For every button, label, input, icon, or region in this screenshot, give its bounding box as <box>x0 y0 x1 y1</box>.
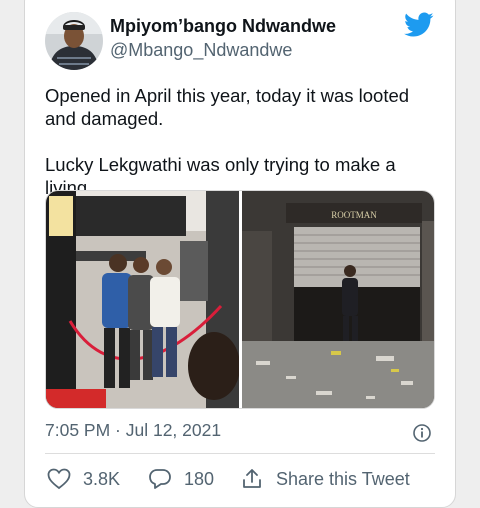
reply-count: 180 <box>184 468 215 489</box>
like-count: 3.8K <box>83 468 121 489</box>
ribbon-cutting-photo[interactable] <box>46 191 240 409</box>
like-button[interactable]: 3.8K <box>47 465 120 493</box>
looted-store-photo[interactable]: ROOTMAN <box>242 191 435 409</box>
share-button[interactable]: Share this Tweet <box>240 465 410 493</box>
info-icon[interactable] <box>412 423 432 443</box>
twitter-bird-icon[interactable] <box>404 12 436 40</box>
avatar[interactable] <box>45 12 103 70</box>
user-handle[interactable]: @Mbango_Ndwandwe <box>110 40 292 61</box>
divider <box>45 453 435 454</box>
tweet-timestamp[interactable]: 7:05 PM · Jul 12, 2021 <box>45 420 221 441</box>
display-name[interactable]: Mpiyom’bango Ndwandwe <box>110 16 336 37</box>
reply-bubble-icon <box>149 469 171 489</box>
heart-icon <box>47 468 71 490</box>
share-icon <box>243 469 261 488</box>
media-grid[interactable]: ROOTMAN <box>45 190 435 409</box>
store-sign: ROOTMAN <box>331 210 377 220</box>
reply-button[interactable]: 180 <box>148 465 214 493</box>
share-label: Share this Tweet <box>276 468 410 489</box>
tweet-paragraph: Opened in April this year, today it was … <box>45 85 410 129</box>
